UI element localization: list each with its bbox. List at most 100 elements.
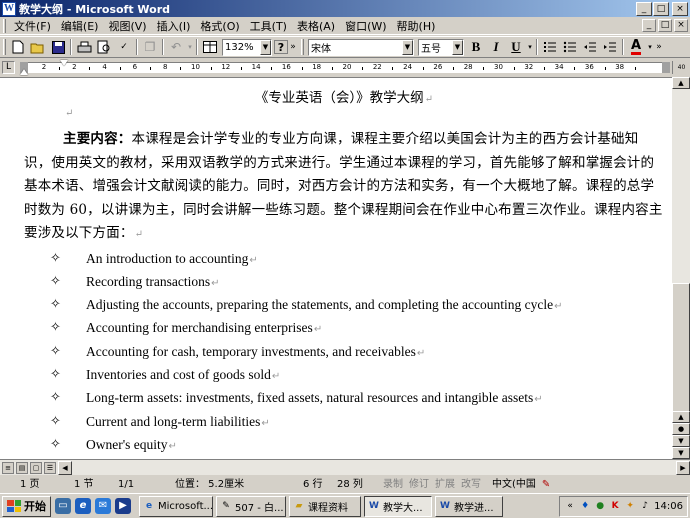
print-icon[interactable] — [74, 38, 94, 56]
chevron-down-icon[interactable]: ▼ — [260, 39, 271, 55]
show-desktop-icon[interactable]: ▭ — [55, 498, 71, 514]
menubar-grip[interactable] — [3, 18, 6, 33]
document-area[interactable]: 《专业英语（会）》教学大纲↵ ↵ 主要内容：本课程是会计学专业的专业方向课，课程… — [0, 77, 672, 459]
menu-insert[interactable]: 插入(I) — [152, 18, 196, 34]
normal-view-icon[interactable]: ≡ — [2, 461, 14, 474]
toolbar-grip[interactable] — [301, 39, 304, 55]
doc-close-button[interactable]: × — [674, 19, 688, 32]
outlook-express-icon[interactable]: ✉ — [95, 498, 111, 514]
bullet-diamond-icon: ✧ — [50, 343, 61, 359]
chevron-down-icon[interactable]: ▼ — [452, 39, 463, 55]
scroll-left-arrow-icon[interactable]: ◀ — [58, 460, 72, 475]
status-trk[interactable]: 修订 — [406, 477, 432, 492]
status-rec[interactable]: 录制 — [380, 477, 406, 492]
spelling-status-icon[interactable]: ✎ — [539, 477, 553, 492]
print-preview-icon[interactable] — [94, 38, 114, 56]
numbering-icon[interactable] — [540, 38, 560, 56]
new-document-icon[interactable] — [8, 38, 28, 56]
font-color-icon[interactable]: A — [626, 38, 646, 56]
open-folder-icon[interactable] — [28, 38, 48, 56]
antivirus-icon[interactable]: K — [609, 500, 621, 512]
spelling-icon[interactable]: ✓ — [114, 38, 134, 56]
document-page[interactable]: 《专业英语（会）》教学大纲↵ ↵ 主要内容：本课程是会计学专业的专业方向课，课程… — [24, 86, 664, 456]
bullets-icon[interactable] — [560, 38, 580, 56]
status-position: 位置： 5.2厘米 — [175, 478, 245, 490]
bullet-diamond-icon: ✧ — [50, 297, 61, 313]
print-view-icon[interactable]: ▢ — [30, 461, 42, 474]
table-icon[interactable] — [200, 38, 220, 56]
menu-help[interactable]: 帮助(H) — [392, 18, 441, 34]
outline-view-icon[interactable]: ☰ — [44, 461, 56, 474]
doc-minimize-button[interactable]: _ — [642, 19, 656, 32]
menu-tools[interactable]: 工具(T) — [245, 18, 292, 34]
horizontal-scroll-track[interactable] — [72, 460, 676, 475]
next-page-icon[interactable]: ▼ — [672, 435, 690, 447]
previous-page-icon[interactable]: ▲ — [672, 411, 690, 423]
decrease-indent-icon[interactable] — [580, 38, 600, 56]
speaker-icon[interactable]: ♪ — [639, 500, 651, 512]
close-button[interactable]: × — [672, 1, 688, 16]
increase-indent-icon[interactable] — [600, 38, 620, 56]
toolbar-overflow-icon[interactable]: » — [288, 38, 298, 56]
toolbar-grip[interactable] — [3, 39, 6, 55]
media-player-icon[interactable]: ▶ — [115, 498, 131, 514]
doc-restore-button[interactable]: □ — [658, 19, 672, 32]
clock[interactable]: 14:06 — [654, 501, 683, 512]
web-view-icon[interactable]: ▤ — [16, 461, 28, 474]
menu-view[interactable]: 视图(V) — [103, 18, 151, 34]
italic-button[interactable]: I — [486, 38, 506, 56]
menu-window[interactable]: 窗口(W) — [340, 18, 391, 34]
bold-button[interactable]: B — [466, 38, 486, 56]
input-method-icon[interactable]: ♦ — [579, 500, 591, 512]
ruler-number: 36 — [584, 63, 594, 71]
zoom-select[interactable]: 132% ▼ — [222, 38, 272, 56]
font-size-select[interactable]: 五号 ▼ — [418, 38, 464, 56]
menu-table[interactable]: 表格(A) — [292, 18, 340, 34]
taskbar-item-microsoft[interactable]: e Microsoft... — [139, 495, 213, 517]
network-icon[interactable]: ● — [594, 500, 606, 512]
underline-dropdown-icon[interactable]: ▾ — [526, 38, 534, 56]
menu-format[interactable]: 格式(O) — [195, 18, 244, 34]
menu-file[interactable]: 文件(F) — [9, 18, 56, 34]
help-icon[interactable]: ? — [274, 40, 288, 54]
taskbar-item-course-files[interactable]: ▰ 课程资料 — [289, 495, 361, 517]
underline-button[interactable]: U — [506, 38, 526, 56]
toolbar-overflow-icon[interactable]: » — [654, 38, 664, 56]
tab-selector[interactable]: L — [2, 61, 15, 74]
status-ext[interactable]: 扩展 — [432, 477, 458, 492]
left-indent-marker[interactable] — [20, 69, 28, 75]
undo-dropdown-icon[interactable]: ▾ — [186, 38, 194, 56]
menu-edit[interactable]: 编辑(E) — [56, 18, 104, 34]
word-app-icon[interactable]: W — [2, 1, 16, 16]
font-color-dropdown-icon[interactable]: ▾ — [646, 38, 654, 56]
save-icon[interactable] — [48, 38, 68, 56]
paragraph-mark-icon: ↵ — [261, 417, 270, 429]
copy-icon[interactable]: ❐ — [140, 38, 160, 56]
horizontal-scrollbar[interactable]: ≡ ▤ ▢ ☰ ◀ ▶ — [0, 459, 690, 475]
scroll-up-arrow-icon[interactable]: ▲ — [672, 77, 690, 89]
internet-explorer-icon[interactable]: e — [75, 498, 91, 514]
horizontal-ruler[interactable]: L 2 2 4 6 8 10 12 14 16 18 20 22 24 26 28 30 32 34 36 38 40 — [0, 59, 690, 76]
status-ovr[interactable]: 改写 — [458, 477, 484, 492]
tray-expand-icon[interactable]: « — [564, 500, 576, 512]
chevron-down-icon[interactable]: ▼ — [402, 39, 413, 55]
taskbar-item-schedule[interactable]: W 教学进... — [435, 495, 503, 517]
maximize-button[interactable]: □ — [653, 1, 669, 16]
taskbar-item-notepad[interactable]: ✎ 507 - 白... — [216, 495, 286, 517]
taskbar-item-syllabus[interactable]: W 教学大... — [364, 495, 432, 517]
undo-icon[interactable]: ↶ — [166, 38, 186, 56]
first-line-indent-marker[interactable] — [60, 60, 68, 66]
scroll-down-arrow-icon[interactable]: ▼ — [672, 447, 690, 459]
vertical-scrollbar[interactable]: ▲ ▲ ● ▼ ▼ — [672, 77, 690, 459]
security-shield-icon[interactable]: ✦ — [624, 500, 636, 512]
title-bar[interactable]: W 教学大纲 - Microsoft Word _ □ × — [0, 0, 690, 17]
status-language[interactable]: 中文(中国 — [484, 477, 539, 492]
font-select[interactable]: 宋体 ▼ — [308, 38, 414, 56]
start-button[interactable]: 开始 — [2, 495, 51, 517]
minimize-button[interactable]: _ — [636, 1, 652, 16]
browse-object-icon[interactable]: ● — [672, 423, 690, 435]
scroll-thumb[interactable] — [672, 283, 690, 423]
ruler-number: 16 — [281, 63, 291, 71]
scroll-right-arrow-icon[interactable]: ▶ — [676, 460, 690, 475]
status-bar: 1 页 1 节 1/1 位置： 5.2厘米 6 行 28 列 录制 修订 扩展 … — [0, 475, 690, 493]
